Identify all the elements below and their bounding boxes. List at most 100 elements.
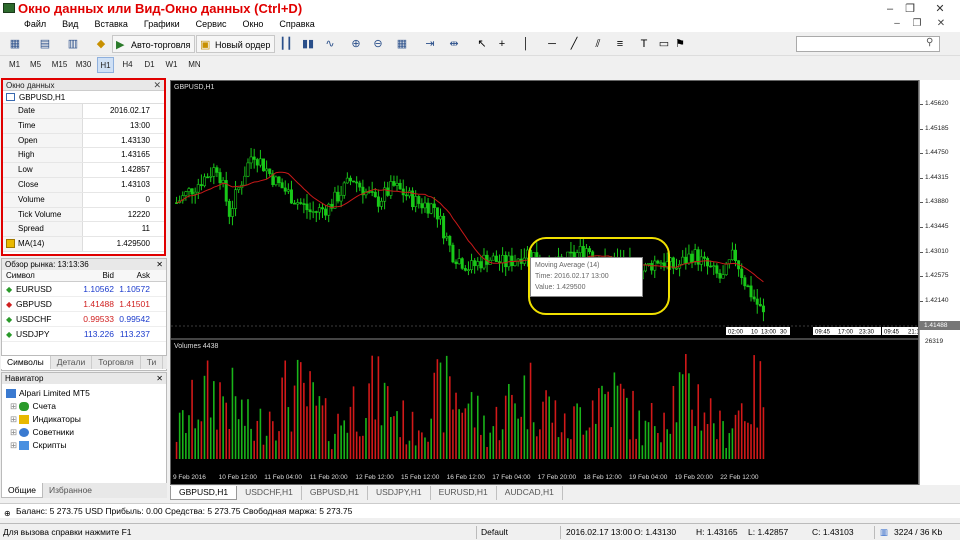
time-tick-label: 18 Feb 12:00 — [583, 474, 622, 481]
candle-body — [460, 258, 464, 269]
tab-symbols[interactable]: Символы — [1, 356, 51, 369]
tab-trading[interactable]: Торговля — [92, 356, 141, 369]
symbol-row[interactable]: ◆ USDJPY 113.226 113.237 — [2, 327, 166, 342]
menu-help[interactable]: Справка — [271, 17, 322, 31]
chart-tab[interactable]: GBPUSD,H1 — [302, 486, 368, 500]
chart-tab[interactable]: GBPUSD,H1 — [170, 486, 238, 500]
mdi-restore-button[interactable]: ❐ — [910, 17, 924, 31]
close-icon[interactable]: ✕ — [153, 80, 161, 91]
timeframe-mn[interactable]: MN — [186, 57, 203, 73]
timeframe-h1[interactable]: H1 — [97, 57, 114, 73]
close-icon[interactable]: ✕ — [156, 259, 163, 270]
expand-icon[interactable]: ⊞ — [10, 440, 19, 450]
candle-body — [317, 207, 321, 213]
zoom-in-icon[interactable]: ⊕ — [348, 35, 364, 53]
tile-windows-icon[interactable]: ▦ — [394, 35, 410, 53]
expand-icon[interactable]: ⊞ — [10, 401, 19, 411]
data-window-header: Окно данных ✕ — [3, 80, 164, 91]
column-symbol[interactable]: Символ — [2, 270, 78, 281]
mdi-close-button[interactable]: ✕ — [934, 17, 948, 31]
shapes-dropdown-icon[interactable]: ⚑ — [674, 35, 686, 53]
vertical-line-icon[interactable]: │ — [518, 35, 534, 53]
ask-value: 1.10572 — [119, 284, 150, 294]
tab-details[interactable]: Детали — [51, 356, 93, 369]
cursor-icon[interactable]: ↖ — [474, 35, 490, 53]
plus-icon[interactable]: ⊕ — [4, 507, 11, 521]
close-button[interactable]: ✕ — [928, 2, 952, 16]
timeframe-m1[interactable]: M1 — [6, 57, 23, 73]
chart-tab[interactable]: EURUSD,H1 — [431, 486, 497, 500]
column-bid[interactable]: Bid — [78, 270, 114, 281]
menu-view[interactable]: Вид — [54, 17, 86, 31]
market-watch-icon[interactable]: ▥ — [64, 35, 82, 53]
tab-common[interactable]: Общие — [1, 483, 43, 498]
candle-body — [473, 260, 477, 267]
timeframe-m5[interactable]: M5 — [27, 57, 44, 73]
bar-chart-icon[interactable]: ┃┃ — [278, 35, 294, 53]
chart-tab[interactable]: USDCHF,H1 — [237, 486, 302, 500]
nav-experts[interactable]: ⊞ Советники — [10, 427, 74, 438]
tab-favorites[interactable]: Избранное — [43, 483, 98, 498]
tab-ticks[interactable]: Ти — [141, 356, 164, 369]
nav-scripts[interactable]: ⊞ Скрипты — [10, 440, 66, 451]
candlestick-icon[interactable]: ▮▮ — [300, 35, 316, 53]
trendline-icon[interactable]: ╱ — [566, 35, 582, 53]
timeframe-m15[interactable]: M15 — [51, 57, 68, 73]
restore-button[interactable]: ❐ — [898, 2, 922, 16]
zoom-out-icon[interactable]: ⊖ — [370, 35, 386, 53]
menu-charts[interactable]: Графики — [136, 17, 188, 31]
data-key: Close — [3, 177, 83, 192]
profile-name[interactable]: Default — [481, 524, 508, 540]
nav-root[interactable]: Alpari Limited MT5 — [6, 388, 90, 399]
new-order-button[interactable]: ▣ Новый ордер — [196, 35, 276, 53]
symbol-row[interactable]: ◆ USDCHF 0.99533 0.99542 — [2, 312, 166, 327]
text-tool-icon[interactable]: T — [636, 35, 652, 53]
symbol-row[interactable]: ◆ EURUSD 1.10562 1.10572 — [2, 282, 166, 297]
candle-body — [187, 188, 191, 193]
candle-body — [215, 167, 219, 173]
time-tick-label: 12 Feb 12:00 — [355, 474, 394, 481]
column-ask[interactable]: Ask — [114, 270, 150, 281]
symbol-row[interactable]: ◆ GBPUSD 1.41488 1.41501 — [2, 297, 166, 312]
nav-indicators[interactable]: ⊞ Индикаторы — [10, 414, 81, 425]
crosshair-icon[interactable]: + — [494, 35, 510, 53]
candle-body — [380, 200, 384, 207]
search-icon[interactable]: ⚲ — [926, 37, 933, 48]
menu-file[interactable]: Файл — [16, 17, 54, 31]
data-window-symbol: GBPUSD,H1 — [3, 91, 164, 104]
timeframe-d1[interactable]: D1 — [141, 57, 158, 73]
candle-body — [687, 253, 691, 264]
expand-icon[interactable]: ⊞ — [10, 414, 19, 424]
nav-accounts[interactable]: ⊞ Счета — [10, 401, 56, 412]
autotrading-button[interactable]: ▶ Авто-торговля — [112, 35, 196, 53]
close-icon[interactable]: ✕ — [156, 373, 163, 384]
text-label-icon[interactable]: ▭ — [656, 35, 672, 53]
candle-body — [761, 305, 765, 313]
timeframe-h4[interactable]: H4 — [119, 57, 136, 73]
chart-tab[interactable]: USDJPY,H1 — [368, 486, 431, 500]
fibonacci-icon[interactable]: ≡ — [612, 35, 628, 53]
new-chart-icon[interactable]: ▦ — [6, 35, 24, 53]
search-input[interactable] — [796, 36, 940, 52]
data-value: 0 — [145, 194, 150, 204]
metaeditor-icon[interactable]: ◆ — [92, 35, 110, 53]
line-chart-icon[interactable]: ∿ — [322, 35, 338, 53]
account-summary: Баланс: 5 273.75 USD Прибыль: 0.00 Средс… — [16, 506, 353, 516]
timeframe-m30[interactable]: M30 — [75, 57, 92, 73]
arrow-up-icon: ◆ — [6, 330, 13, 339]
candle-body — [690, 253, 694, 263]
menu-insert[interactable]: Вставка — [86, 17, 135, 31]
horizontal-line-icon[interactable]: ─ — [544, 35, 560, 53]
chart-shift-icon[interactable]: ⇹ — [446, 35, 462, 53]
candle-body — [709, 265, 713, 268]
profiles-icon[interactable]: ▤ — [36, 35, 54, 53]
equidistant-channel-icon[interactable]: ⫽ — [590, 35, 606, 53]
chart-tab[interactable]: AUDCAD,H1 — [497, 486, 563, 500]
mdi-minimize-button[interactable]: – — [890, 17, 904, 31]
expand-icon[interactable]: ⊞ — [10, 427, 19, 437]
timeframe-w1[interactable]: W1 — [163, 57, 180, 73]
data-value: 1.43130 — [121, 135, 150, 145]
menu-tools[interactable]: Сервис — [188, 17, 235, 31]
menu-window[interactable]: Окно — [235, 17, 272, 31]
autoscroll-icon[interactable]: ⇥ — [422, 35, 438, 53]
